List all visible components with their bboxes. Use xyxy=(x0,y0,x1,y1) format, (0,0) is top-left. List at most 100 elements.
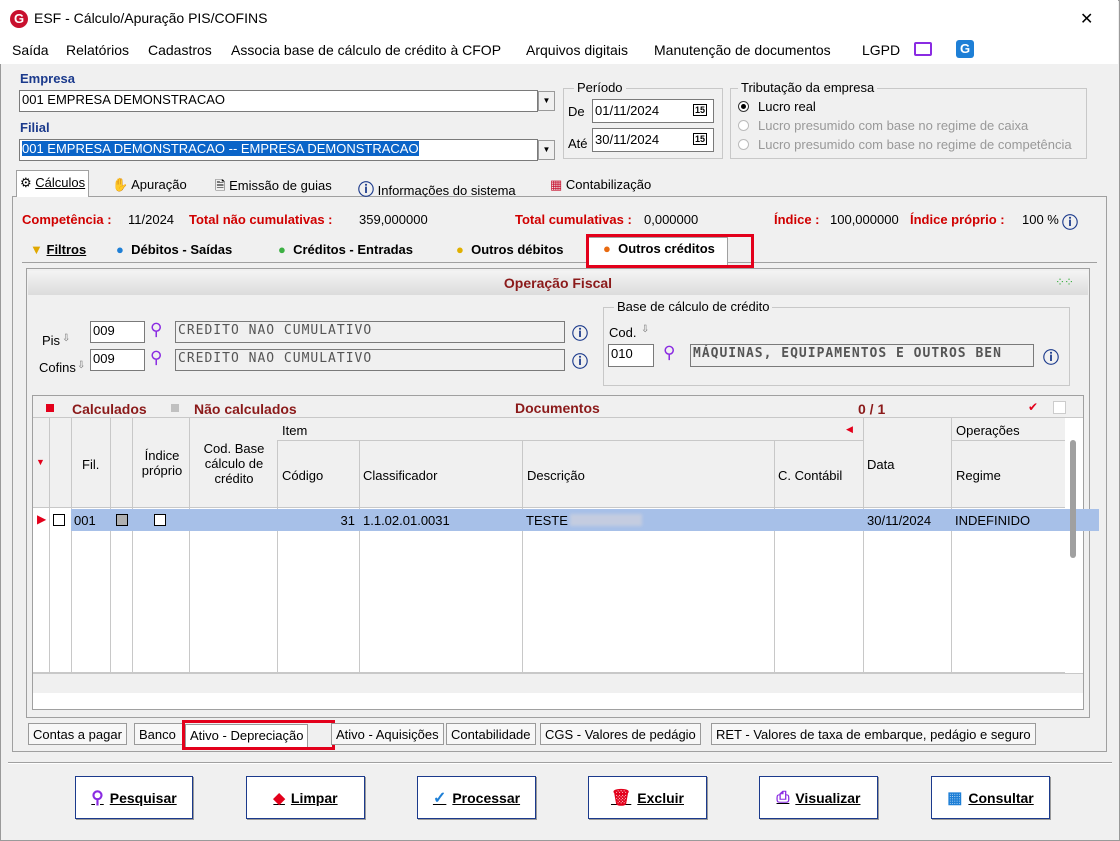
cell-fil: 001 xyxy=(74,513,96,528)
tab-emissao[interactable]: 🗎 Emissão de guias xyxy=(215,177,332,199)
sort-desc-icon[interactable]: ▼ xyxy=(36,457,45,467)
row-select-checkbox[interactable] xyxy=(53,514,65,526)
excluir-button[interactable]: 🗑 Excluir xyxy=(588,776,707,819)
close-button[interactable]: ✕ xyxy=(1080,9,1093,29)
tab-contabilidade[interactable]: Contabilidade xyxy=(446,723,536,745)
radio-lucro-real[interactable] xyxy=(738,101,749,112)
menu-lgpd[interactable]: LGPD xyxy=(862,42,900,58)
calendar-icon[interactable]: 15 xyxy=(693,133,708,145)
tab-outros-debitos[interactable]: ● Outros débitos xyxy=(456,242,564,257)
button-bar-divider xyxy=(8,762,1112,764)
col-conta-contabil[interactable]: C. Contábil xyxy=(778,468,842,483)
info-icon[interactable]: ⓘ xyxy=(1043,344,1059,368)
cell-classificador: 1.1.02.01.0031 xyxy=(363,513,450,528)
nao-cumulativas-value: 359,000000 xyxy=(359,212,428,227)
cell-status-icon xyxy=(116,514,128,526)
menu-relatorios[interactable]: Relatórios xyxy=(66,42,129,58)
current-row-icon: ▶ xyxy=(37,512,47,526)
tab-cgs-pedagio[interactable]: CGS - Valores de pedágio xyxy=(540,723,701,745)
uncheck-all-checkbox[interactable] xyxy=(1053,401,1066,414)
cod-input[interactable]: 010 xyxy=(608,344,654,367)
tab-creditos-entradas[interactable]: ● Créditos - Entradas xyxy=(278,242,413,257)
menu-saida[interactable]: Saída xyxy=(12,42,49,58)
sort-icon: ⇩ xyxy=(77,360,86,371)
check-all-icon[interactable]: ✔ xyxy=(1028,400,1038,414)
menu-manutencao[interactable]: Manutenção de documentos xyxy=(654,42,831,58)
cell-indice-checkbox[interactable] xyxy=(154,514,166,526)
tab-filtros[interactable]: ▼ Filtros xyxy=(30,242,86,257)
menu-associa[interactable]: Associa base de cálculo de crédito à CFO… xyxy=(231,42,501,58)
empresa-label: Empresa xyxy=(20,71,75,86)
col-data[interactable]: Data xyxy=(867,457,894,472)
search-icon[interactable]: ⚲ xyxy=(663,343,675,363)
info-icon[interactable]: ⓘ xyxy=(572,320,588,344)
col-regime[interactable]: Regime xyxy=(956,468,1001,483)
search-icon[interactable]: ⚲ xyxy=(150,348,162,368)
menu-arquivos[interactable]: Arquivos digitais xyxy=(526,42,628,58)
cumulativas-value: 0,000000 xyxy=(644,212,699,227)
vertical-scrollbar[interactable] xyxy=(1070,440,1076,558)
documents-count: 0 / 1 xyxy=(858,401,886,417)
cofins-code-input[interactable]: 009 xyxy=(90,349,145,371)
col-cod-base[interactable]: Cod. Base cálculo de crédito xyxy=(195,441,273,486)
title-bar: G ESF - Cálculo/Apuração PIS/COFINS ✕ xyxy=(0,0,1118,36)
tab-apuracao[interactable]: ✋ Apuração xyxy=(112,177,187,193)
empresa-dropdown-icon[interactable]: ▼ xyxy=(538,91,555,111)
tab-ret-taxa[interactable]: RET - Valores de taxa de embarque, pedág… xyxy=(711,723,1036,745)
cofins-desc-input: CREDITO NAO CUMULATIVO xyxy=(175,349,565,371)
expand-icon[interactable]: ⁘⁘ xyxy=(1055,275,1074,289)
document-icon: 🗎 xyxy=(215,178,226,193)
col-descricao[interactable]: Descrição xyxy=(527,468,585,483)
blurred-text xyxy=(570,514,642,526)
col-indice-proprio[interactable]: Índice próprio xyxy=(141,448,183,478)
consultar-button[interactable]: ▦ Consultar xyxy=(931,776,1050,819)
tab-calculos[interactable]: ⚙ Cálculos xyxy=(16,170,90,198)
tab-contabilizacao-label: Contabilização xyxy=(565,177,652,192)
empresa-select[interactable]: 001 EMPRESA DEMONSTRACAO xyxy=(19,90,538,112)
operacao-fiscal-header: Operação Fiscal xyxy=(28,271,1088,295)
col-operacoes[interactable]: Operações xyxy=(956,423,1020,438)
filial-select[interactable]: 001 EMPRESA DEMONSTRACAO -- EMPRESA DEMO… xyxy=(19,139,538,161)
consultar-label: Consultar xyxy=(968,789,1034,806)
col-fil[interactable]: Fil. xyxy=(82,457,99,472)
radio-presumido-competencia[interactable] xyxy=(738,139,749,150)
filial-label: Filial xyxy=(20,120,50,135)
tab-debitos-saidas[interactable]: ● Débitos - Saídas xyxy=(116,242,232,257)
pesquisar-button[interactable]: ⚲ Pesquisar xyxy=(75,776,193,819)
info-icon[interactable]: ⓘ xyxy=(1062,209,1078,233)
table-row[interactable]: ▶ 001 31 1.1.02.01.0031 TESTE 30/11/2024… xyxy=(33,509,1099,531)
window-title: ESF - Cálculo/Apuração PIS/COFINS xyxy=(34,10,268,26)
col-classificador[interactable]: Classificador xyxy=(363,468,437,483)
highlight-ativo-depreciacao xyxy=(182,720,335,750)
table-icon: ▦ xyxy=(947,789,963,807)
indice-proprio-label: Índice próprio : xyxy=(910,212,1005,227)
search-icon: ⚲ xyxy=(91,787,104,807)
tab-contabilizacao[interactable]: ▦ Contabilização xyxy=(550,177,651,193)
tab-emissao-label: Emissão de guias xyxy=(229,178,332,193)
monitor-icon[interactable] xyxy=(914,42,932,56)
collapse-left-icon[interactable]: ◀ xyxy=(846,424,853,435)
not-calculated-legend-label: Não calculados xyxy=(194,401,297,417)
visualizar-button[interactable]: ⎙ Visualizar xyxy=(759,776,878,819)
menu-cadastros[interactable]: Cadastros xyxy=(148,42,212,58)
tab-contas-pagar[interactable]: Contas a pagar xyxy=(28,723,127,745)
col-codigo[interactable]: Código xyxy=(282,468,323,483)
eraser-icon: ◆ xyxy=(273,789,285,807)
tab-ativo-aquisicoes[interactable]: Ativo - Aquisições xyxy=(331,723,444,745)
calendar-icon[interactable]: 15 xyxy=(693,104,708,116)
processar-button[interactable]: ✓ Processar xyxy=(417,776,536,819)
tab-calculos-label: Cálculos xyxy=(35,175,86,190)
tab-banco[interactable]: Banco xyxy=(134,723,184,745)
pis-code-input[interactable]: 009 xyxy=(90,321,145,343)
calculated-legend-label: Calculados xyxy=(72,401,147,417)
g-app-icon[interactable]: G xyxy=(956,40,974,58)
competencia-value: 11/2024 xyxy=(128,212,175,227)
radio-presumido-caixa[interactable] xyxy=(738,120,749,131)
info-icon[interactable]: ⓘ xyxy=(572,348,588,372)
limpar-button[interactable]: ◆ Limpar xyxy=(246,776,365,819)
horizontal-scrollbar[interactable] xyxy=(33,673,1083,693)
search-icon[interactable]: ⚲ xyxy=(150,320,162,340)
col-item[interactable]: Item xyxy=(282,423,307,438)
tab-informacoes-label: Informações do sistema xyxy=(377,183,516,198)
filial-dropdown-icon[interactable]: ▼ xyxy=(538,140,555,160)
